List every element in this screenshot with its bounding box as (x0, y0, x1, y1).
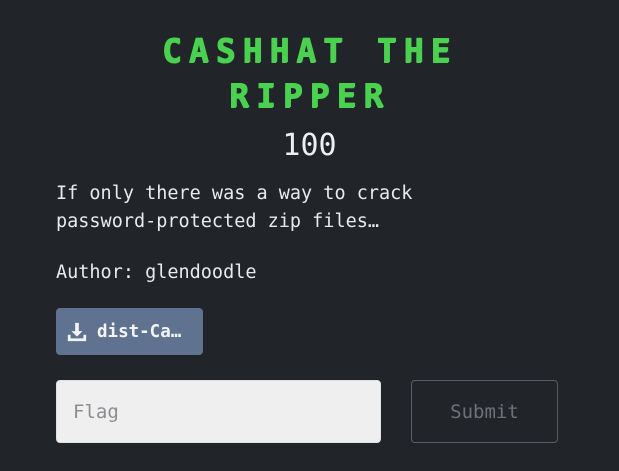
download-icon (67, 322, 87, 341)
challenge-title-line-2: RIPPER (228, 76, 391, 115)
challenge-title: CASHHAT THE RIPPER (0, 28, 619, 118)
description-line-2: password-protected zip files… (56, 211, 380, 232)
description-line-1: If only there was a way to crack (56, 183, 413, 204)
challenge-title-line-1: CASHHAT THE (161, 31, 458, 70)
challenge-points: 100 (282, 128, 337, 163)
download-file-button[interactable]: dist-Ca… (56, 308, 203, 355)
flag-input[interactable] (56, 380, 381, 443)
file-name-label: dist-Ca… (97, 321, 182, 342)
submit-button[interactable]: Submit (411, 380, 558, 443)
challenge-description: If only there was a way to crack passwor… (56, 180, 576, 236)
challenge-author: Author: glendoodle (56, 262, 257, 283)
